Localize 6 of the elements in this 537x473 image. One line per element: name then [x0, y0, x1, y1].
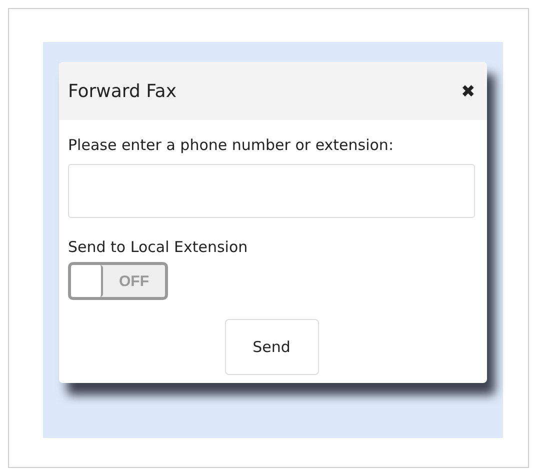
dialog-title: Forward Fax	[68, 80, 176, 102]
prompt-label: Please enter a phone number or extension:	[68, 135, 394, 156]
close-button[interactable]: ✖	[461, 80, 475, 102]
send-button[interactable]: Send	[224, 319, 318, 375]
phone-input-field[interactable]	[68, 164, 475, 218]
toggle-label: Send to Local Extension	[68, 238, 249, 256]
